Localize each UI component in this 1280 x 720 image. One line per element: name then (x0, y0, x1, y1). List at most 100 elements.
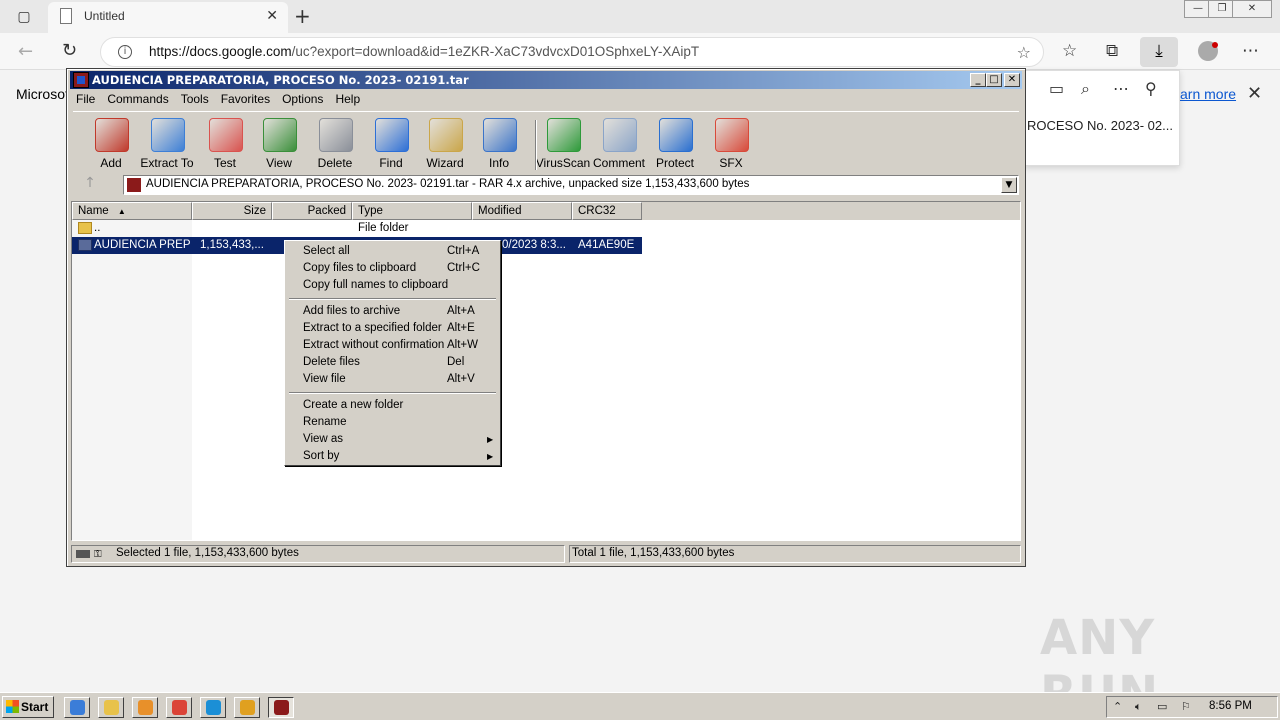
menu-item-sort-by[interactable]: Sort by ▶ (287, 448, 498, 465)
menu-item-label: Copy full names to clipboard (303, 279, 449, 291)
more-menu-icon[interactable]: ⋯ (1242, 41, 1259, 61)
collections-icon[interactable]: ⧉ (1106, 41, 1118, 61)
url-host: https://docs.google.com (149, 44, 292, 59)
column-header-packed[interactable]: Packed (272, 202, 352, 220)
menu-help[interactable]: Help (329, 91, 366, 109)
path-row: ↑ AUDIENCIA PREPARATORIA, PROCESO No. 20… (73, 173, 1019, 195)
address-bar-row: ← ↻ i https://docs.google.com/uc?export=… (0, 33, 1280, 70)
taskbar-app-explorer[interactable] (98, 697, 124, 718)
up-folder-icon[interactable]: ↑ (77, 175, 103, 195)
status-left: ⚿ Selected 1 file, 1,153,433,600 bytes (71, 545, 565, 563)
clock[interactable]: 8:56 PM (1209, 700, 1252, 712)
new-tab-button[interactable]: + (294, 4, 311, 28)
taskbar: Start ⌃ 🔈︎ ▭ ⚐ 8:56 PM (0, 692, 1280, 720)
table-row[interactable]: .. File folder (72, 220, 642, 237)
chevron-down-icon[interactable]: ▼ (1001, 177, 1017, 193)
explorer-icon (104, 700, 119, 715)
add-favorite-icon[interactable]: ☆ (1017, 43, 1031, 62)
taskbar-app-media-player[interactable] (132, 697, 158, 718)
drive-icon[interactable] (76, 550, 90, 558)
back-arrow-icon[interactable]: ← (18, 41, 33, 62)
toolbar-button-sfx[interactable]: SFX (703, 116, 759, 170)
shield-icon (659, 118, 693, 152)
favorites-icon[interactable]: ☆ (1062, 41, 1077, 61)
comment-icon (603, 118, 637, 152)
menu-options[interactable]: Options (276, 91, 329, 109)
menu-item-shortcut: Alt+W (447, 339, 478, 351)
start-button[interactable]: Start (2, 696, 54, 718)
reload-icon[interactable]: ↻ (62, 40, 77, 61)
winrar-close-button[interactable]: ✕ (1004, 73, 1020, 87)
menu-item-label: Extract to a specified folder (303, 322, 442, 334)
search-icon[interactable]: ⌕ (1081, 79, 1090, 99)
chevron-up-icon[interactable]: ⌃ (1113, 700, 1122, 713)
winrar-titlebar[interactable]: AUDIENCIA PREPARATORIA, PROCESO No. 2023… (70, 71, 1022, 89)
menu-file[interactable]: File (70, 91, 101, 109)
page-icon (60, 8, 72, 24)
menu-tools[interactable]: Tools (175, 91, 215, 109)
context-menu: Select all Ctrl+A Copy files to clipboard C… (284, 240, 501, 466)
taskbar-app-ie[interactable] (64, 697, 90, 718)
folder-icon (78, 222, 92, 234)
downloads-icon[interactable]: ⤓ (1140, 37, 1178, 67)
row-modified: 0/2023 8:3... (502, 239, 566, 251)
winrar-maximize-button[interactable]: □ (986, 73, 1002, 87)
system-tray: ⌃ 🔈︎ ▭ ⚐ 8:56 PM (1106, 696, 1278, 718)
column-header-name[interactable]: Name ▲ (72, 202, 192, 220)
menu-item-copy-files-to-clipboard[interactable]: Copy files to clipboard Ctrl+C (287, 260, 498, 277)
menu-item-shortcut: Del (447, 356, 465, 368)
more-options-icon[interactable]: ⋯ (1113, 79, 1129, 98)
test-clipboard-icon (209, 118, 243, 152)
menu-item-view-file[interactable]: View file Alt+V (287, 371, 498, 388)
menu-item-delete-files[interactable]: Delete files Del (287, 354, 498, 371)
key-icon[interactable]: ⚿ (94, 549, 102, 560)
status-selected-text: Selected 1 file, 1,153,433,600 bytes (116, 547, 299, 559)
row-type: File folder (358, 222, 409, 234)
taskbar-app-chrome[interactable] (166, 697, 192, 718)
taskbar-app-winrar[interactable] (268, 697, 294, 718)
menu-item-extract-without-confirmation[interactable]: Extract without confirmation Alt+W (287, 337, 498, 354)
browser-tab-active[interactable]: Untitled ✕ (48, 2, 288, 33)
menu-item-label: Copy files to clipboard (303, 262, 417, 274)
menu-item-rename[interactable]: Rename (287, 414, 498, 431)
learn-more-link[interactable]: arn more (1180, 86, 1236, 102)
menu-item-create-a-new-folder[interactable]: Create a new folder (287, 397, 498, 414)
path-combobox[interactable]: AUDIENCIA PREPARATORIA, PROCESO No. 2023… (123, 175, 1019, 195)
column-header-modified[interactable]: Modified (472, 202, 572, 220)
menu-favorites[interactable]: Favorites (215, 91, 276, 109)
menu-commands[interactable]: Commands (101, 91, 174, 109)
flag-icon[interactable]: ⚐ (1181, 700, 1191, 713)
menu-item-extract-to-a-specified-folder[interactable]: Extract to a specified folder Alt+E (287, 320, 498, 337)
taskbar-app-office[interactable] (234, 697, 260, 718)
profile-status-dot (1212, 42, 1218, 48)
winrar-title: AUDIENCIA PREPARATORIA, PROCESO No. 2023… (92, 73, 469, 87)
downloads-flyout: ▭ ⌕ ⋯ ⚲ ROCESO No. 2023- 02... (1024, 70, 1180, 166)
column-header-crc32[interactable]: CRC32 (572, 202, 642, 220)
menu-item-view-as[interactable]: View as ▶ (287, 431, 498, 448)
volume-icon[interactable]: 🔈︎ (1135, 700, 1142, 714)
tab-actions-icon[interactable]: ▢ (8, 6, 40, 28)
network-icon[interactable]: ▭ (1157, 700, 1167, 713)
menu-item-add-files-to-archive[interactable]: Add files to archive Alt+A (287, 303, 498, 320)
menu-item-select-all[interactable]: Select all Ctrl+A (287, 243, 498, 260)
window-close-button[interactable]: ✕ (1232, 0, 1272, 18)
menu-item-copy-full-names-to-clipboard[interactable]: Copy full names to clipboard (287, 277, 498, 294)
winrar-minimize-button[interactable]: _ (970, 73, 986, 87)
pin-icon[interactable]: ⚲ (1145, 79, 1157, 98)
file-list[interactable]: Name ▲ Size Packed Type Modified CRC32 .… (71, 201, 1021, 541)
menu-item-label: Delete files (303, 356, 360, 368)
close-icon[interactable]: ✕ (1247, 83, 1262, 104)
tab-close-icon[interactable]: ✕ (266, 8, 278, 24)
page-text: Microsof (16, 86, 69, 102)
winrar-menubar: File Commands Tools Favorites Options He… (70, 91, 366, 109)
download-item-name[interactable]: ROCESO No. 2023- 02... (1027, 118, 1173, 133)
open-folder-icon[interactable]: ▭ (1049, 79, 1064, 98)
column-header-type[interactable]: Type (352, 202, 472, 220)
windows-logo-icon (6, 700, 19, 713)
column-header-size[interactable]: Size (192, 202, 272, 220)
taskbar-app-edge[interactable] (200, 697, 226, 718)
toolbar-button-info[interactable]: Info (471, 116, 527, 170)
site-info-icon[interactable]: i (118, 45, 132, 59)
info-icon (483, 118, 517, 152)
url-input[interactable]: i https://docs.google.com/uc?export=down… (100, 37, 1044, 67)
